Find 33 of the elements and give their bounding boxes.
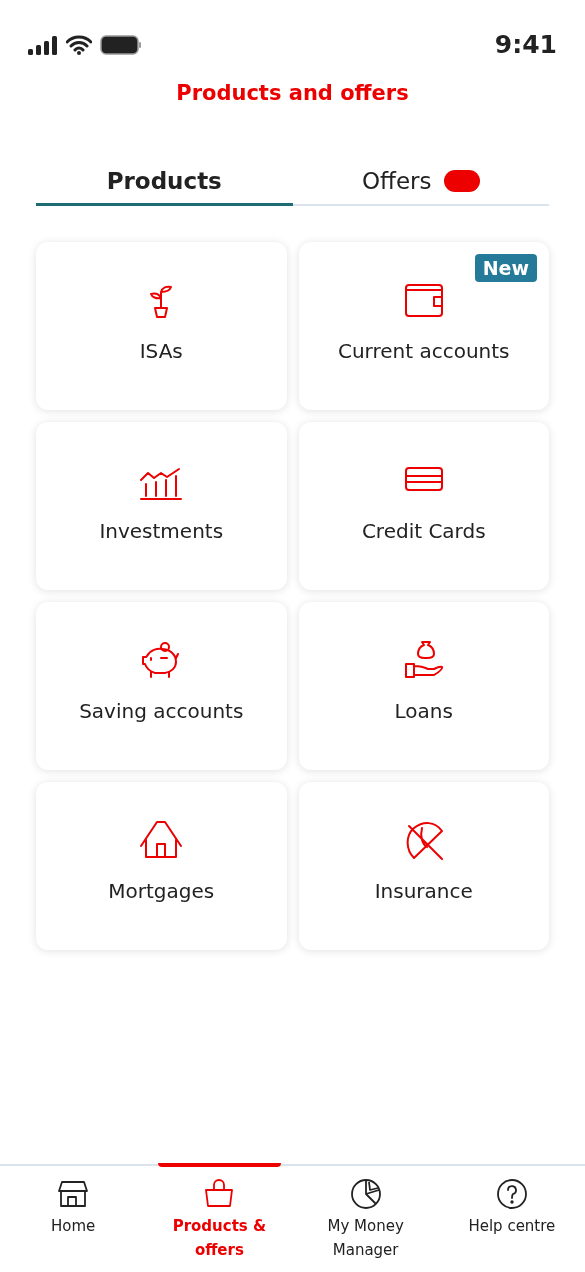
tile-label: Investments [99, 517, 224, 545]
tile-label: ISAs [139, 337, 183, 365]
tile-label: Current accounts [337, 337, 510, 365]
tile-label: Saving accounts [79, 697, 244, 725]
product-tile[interactable]: ISAs [36, 241, 287, 410]
product-tile[interactable]: Loans [298, 601, 549, 770]
status-time: 9:41 [494, 29, 557, 62]
product-tile[interactable]: New Current accounts [298, 241, 549, 410]
tile-label: Loans [394, 697, 453, 725]
nav-item[interactable]: Home [0, 1166, 147, 1272]
product-tile[interactable]: Insurance [298, 781, 549, 950]
product-tile[interactable]: Credit Cards [298, 421, 549, 590]
notification-badge [443, 170, 480, 192]
product-tile[interactable]: Investments [36, 421, 287, 590]
new-badge: New [474, 253, 537, 282]
shopping-bag-icon [203, 1178, 236, 1210]
page-title: Products and offers [176, 80, 409, 107]
tab[interactable]: Offers [292, 159, 549, 206]
signal-icon [28, 35, 58, 55]
help-icon [495, 1178, 528, 1210]
tile-label: Insurance [374, 877, 473, 905]
tile-label: Credit Cards [361, 517, 486, 545]
pie-chart-icon [349, 1178, 382, 1210]
battery-icon [100, 35, 142, 55]
home-icon [57, 1178, 90, 1210]
wifi-icon [66, 35, 92, 55]
tile-label: Mortgages [108, 877, 215, 905]
product-tile[interactable]: Saving accounts [36, 601, 287, 770]
nav-item[interactable]: Products & offers [146, 1166, 293, 1272]
tab[interactable]: Products [36, 159, 293, 206]
product-tile[interactable]: Mortgages [36, 781, 287, 950]
nav-item[interactable]: My Money Manager [292, 1166, 439, 1272]
nav-item[interactable]: Help centre [438, 1166, 585, 1272]
